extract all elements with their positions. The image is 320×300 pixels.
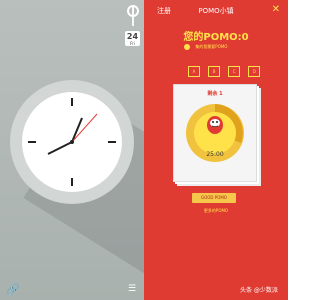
clock-hands — [28, 98, 116, 186]
card-label: 剩余 1 — [207, 91, 223, 97]
mini-button[interactable]: A — [188, 66, 200, 77]
good-pomo-button[interactable]: GOOD POMO — [192, 193, 236, 203]
pomo-headline: 您的POMO:0 — [183, 32, 249, 43]
more-pomo-link[interactable]: 更多的POMO — [144, 208, 288, 214]
watermark: 头条 @少数派 — [240, 287, 278, 294]
apple-icon — [184, 44, 190, 50]
timer-value: 25:00 — [206, 151, 224, 158]
pomo-subline-text: 集的我需要POMO — [195, 44, 228, 49]
calendar-icon[interactable]: 24 Fri — [125, 31, 140, 46]
clock-panel: 24 Fri 🔗 ☰ — [0, 0, 144, 300]
pomo-subline: 集的我需要POMO — [184, 44, 227, 50]
analog-clock — [10, 80, 134, 204]
app-title: POMO小镇 — [198, 7, 234, 15]
close-icon[interactable]: ✕ — [272, 4, 280, 15]
mini-button[interactable]: D — [248, 66, 261, 77]
mini-button[interactable]: C — [228, 66, 241, 77]
pomo-card: 剩余 1 25:00 — [173, 84, 257, 182]
clock-hour-hand — [71, 117, 83, 143]
pomo-panel: 注册 POMO小镇 ✕ 您的POMO:0 集的我需要POMO A B C D 剩… — [144, 0, 288, 300]
link-icon[interactable]: 🔗 — [6, 283, 20, 296]
mini-buttons: A B C D — [188, 58, 263, 77]
topbar: 注册 POMO小镇 ✕ — [144, 4, 288, 20]
slider-knob[interactable] — [127, 5, 139, 17]
calendar-dow: Fri — [130, 41, 135, 46]
clock-minute-hand — [47, 141, 73, 155]
list-icon[interactable]: ☰ — [128, 284, 136, 294]
clock-second-hand — [71, 113, 98, 143]
mini-button[interactable]: B — [208, 66, 221, 77]
daruma-icon — [207, 116, 223, 134]
